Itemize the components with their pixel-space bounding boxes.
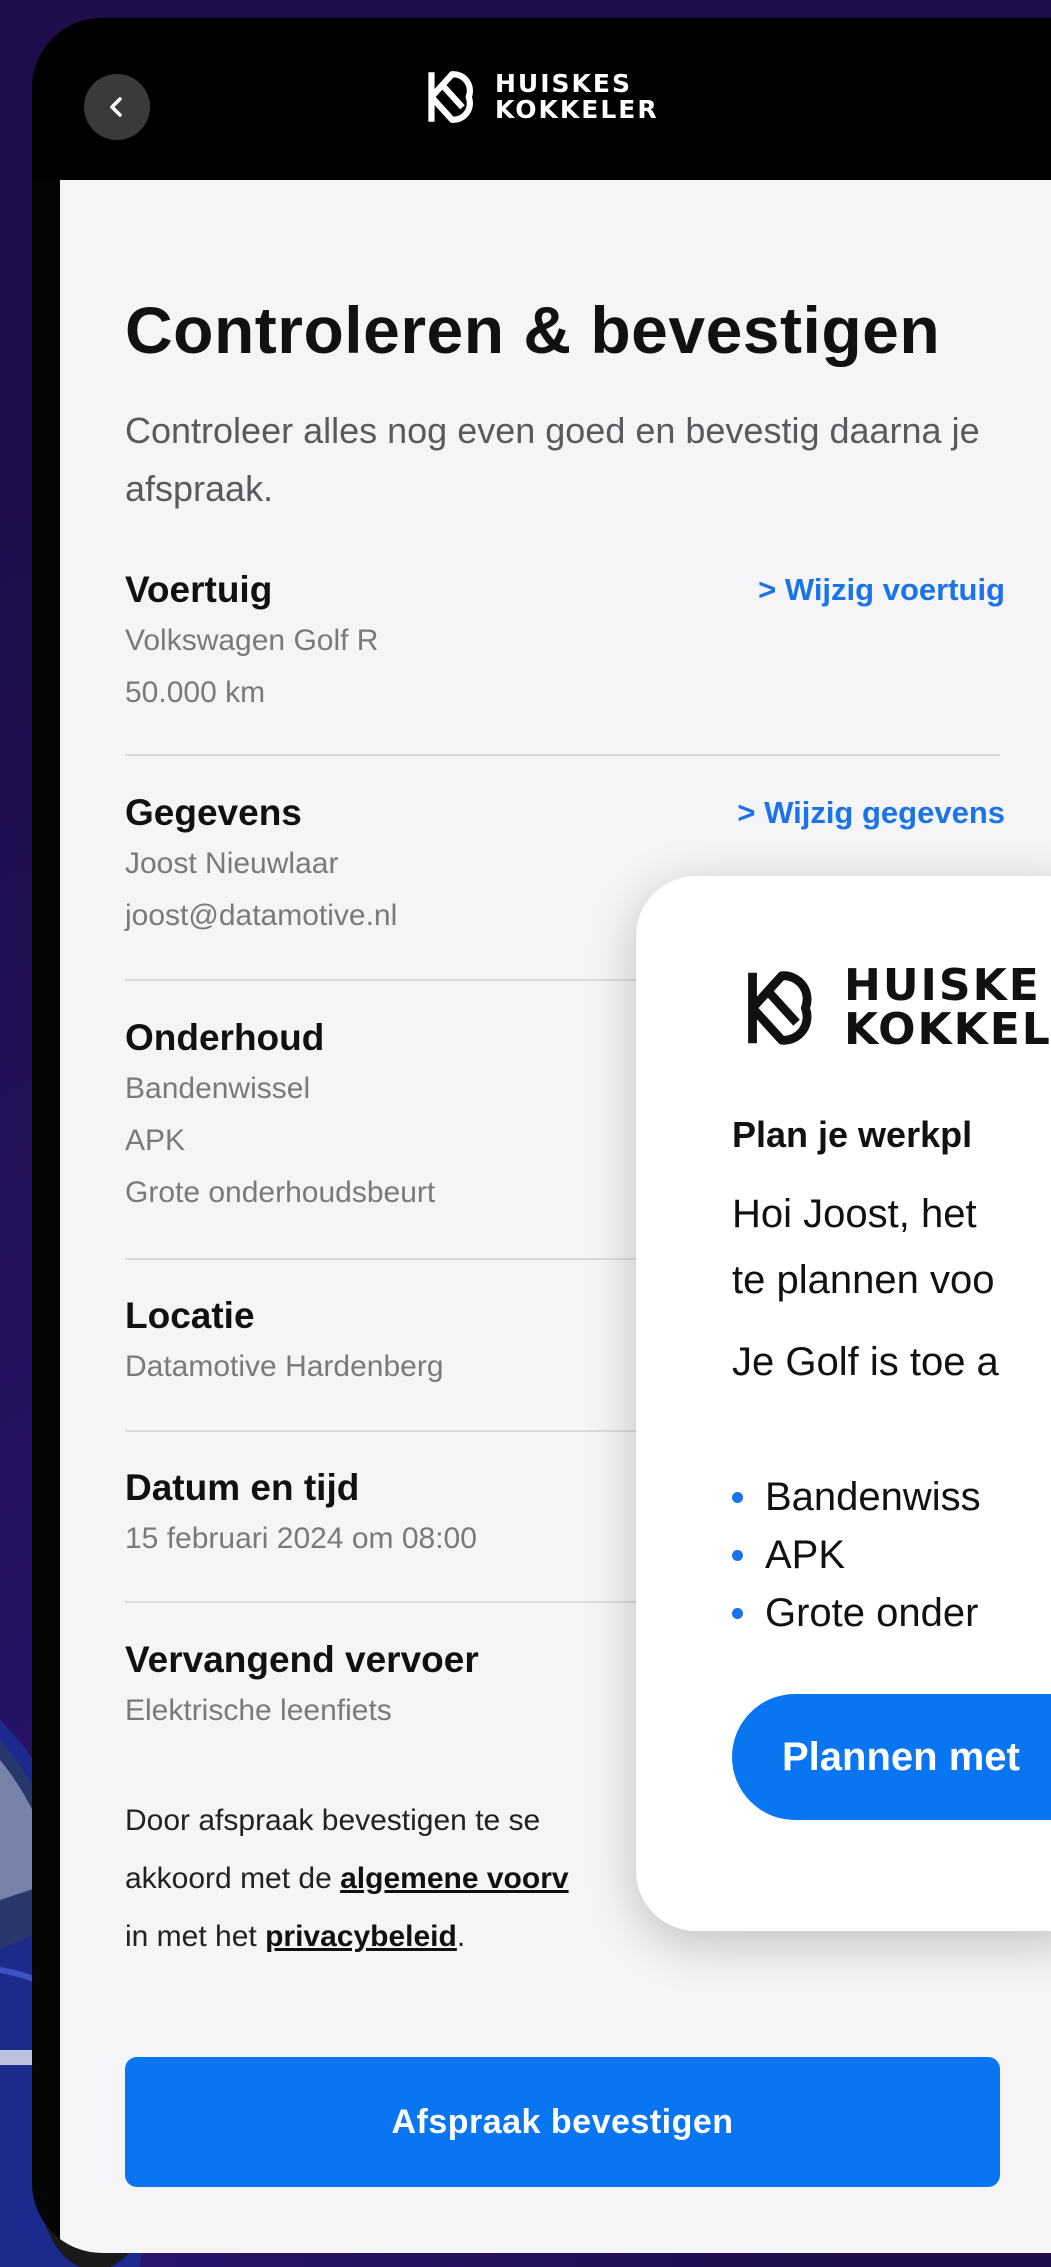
chevron-right-icon: >: [737, 795, 765, 830]
list-item: Bandenwiss: [732, 1468, 981, 1526]
bullet-icon: [732, 1607, 743, 1619]
list-item-label: APK: [765, 1533, 846, 1577]
card-brand-logo: HUISKE KOKKEL: [732, 962, 1051, 1054]
huiskes-kokkeler-logo-icon: [428, 71, 473, 123]
list-item-label: Bandenwiss: [765, 1475, 981, 1519]
vehicle-model: Volkswagen Golf R: [125, 624, 379, 657]
edit-details-label: Wijzig gegevens: [764, 795, 1005, 830]
card-heading: Plan je werkpl: [732, 1114, 973, 1155]
terms-text-fragment: in met het: [125, 1920, 266, 1953]
card-service-list: Bandenwiss APK Grote onder: [732, 1468, 981, 1642]
list-item-label: Grote onder: [765, 1591, 979, 1635]
app-header: HUISKES KOKKELER: [32, 18, 1051, 180]
section-vehicle: Voertuig Volkswagen Golf R 50.000 km > W…: [125, 565, 1005, 719]
edit-details-link[interactable]: > Wijzig gegevens: [737, 788, 1005, 838]
confirm-appointment-button[interactable]: Afspraak bevestigen: [125, 2057, 1000, 2187]
back-button[interactable]: [84, 74, 150, 140]
divider: [125, 754, 1000, 756]
page-intro: Controleer alles nog even goed en bevest…: [125, 410, 980, 509]
card-brand-line-1: HUISKE: [844, 960, 1041, 1011]
plan-with-button[interactable]: Plannen met: [732, 1694, 1051, 1820]
card-brand-name: HUISKE KOKKEL: [844, 964, 1051, 1052]
brand-logo: HUISKES KOKKELER: [417, 66, 659, 128]
edit-vehicle-label: Wijzig voertuig: [784, 572, 1005, 607]
card-brand-line-2: KOKKEL: [844, 1004, 1051, 1055]
chevron-left-icon: [110, 97, 122, 117]
terms-conditions-link[interactable]: algemene voorv: [340, 1862, 568, 1895]
page-title: Controleren & bevestigen: [125, 293, 941, 367]
edit-vehicle-link[interactable]: > Wijzig voertuig: [758, 565, 1005, 615]
brand-name: HUISKES KOKKELER: [495, 71, 659, 123]
terms-text-fragment: .: [456, 1920, 466, 1953]
terms-text-fragment: akkoord met de: [125, 1862, 341, 1895]
list-item: Grote onder: [732, 1584, 981, 1642]
card-text-line: Hoi Joost, het: [732, 1192, 977, 1236]
bullet-icon: [732, 1491, 743, 1503]
huiskes-kokkeler-logo-icon: [748, 971, 812, 1045]
bullet-icon: [732, 1549, 743, 1561]
chevron-right-icon: >: [758, 572, 785, 607]
card-text-line: Je Golf is toe a: [732, 1340, 999, 1384]
planning-message-card: HUISKE KOKKEL Plan je werkpl Hoi Joost, …: [636, 876, 1051, 1931]
card-text-line: te plannen voo: [732, 1258, 995, 1302]
list-item: APK: [732, 1526, 981, 1584]
privacy-policy-link[interactable]: privacybeleid: [265, 1920, 457, 1953]
brand-line-2: KOKKELER: [495, 95, 659, 124]
brand-line-1: HUISKES: [495, 69, 632, 98]
vehicle-mileage: 50.000 km: [125, 676, 266, 709]
